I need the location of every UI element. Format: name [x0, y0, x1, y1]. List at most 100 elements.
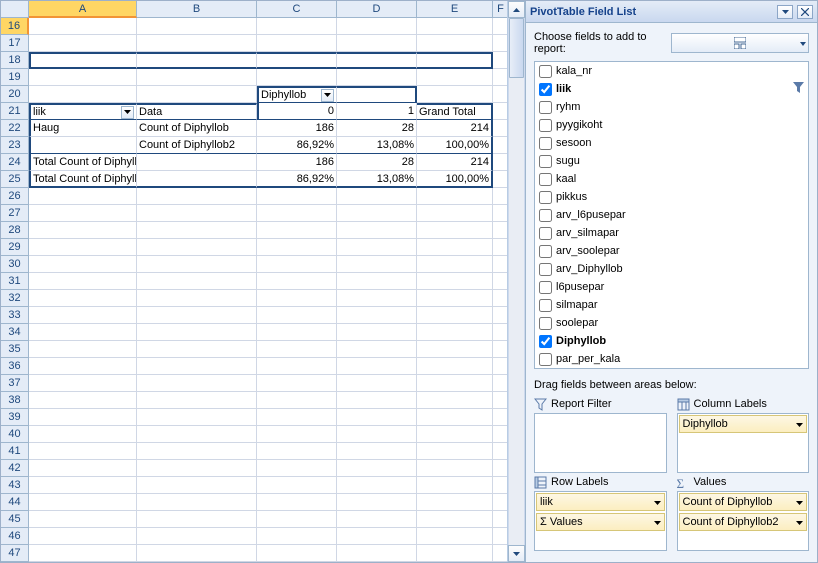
cell-F45[interactable] — [493, 511, 507, 528]
cell-D34[interactable] — [337, 324, 417, 341]
cell-B32[interactable] — [137, 290, 257, 307]
values-area[interactable]: Count of DiphyllobCount of Diphyllob2 — [677, 491, 810, 551]
panel-close-button[interactable] — [797, 5, 813, 19]
report-filter-area[interactable] — [534, 413, 667, 473]
cell-B31[interactable] — [137, 273, 257, 290]
cell-E26[interactable] — [417, 188, 493, 205]
scroll-thumb[interactable] — [509, 18, 524, 78]
cell-D36[interactable] — [337, 358, 417, 375]
pivot-val-1-1[interactable]: 13,08% — [337, 137, 417, 154]
cell-B26[interactable] — [137, 188, 257, 205]
row-header-16[interactable]: 16 — [1, 18, 29, 35]
pivot-total-0-2[interactable]: 214 — [417, 154, 493, 171]
row-header-37[interactable]: 37 — [1, 375, 29, 392]
cell-C16[interactable] — [257, 18, 337, 35]
cell-D42[interactable] — [337, 460, 417, 477]
column-labels-item-0[interactable]: Diphyllob — [679, 415, 808, 433]
pivot-val-0-1[interactable]: 28 — [337, 120, 417, 137]
cell-F33[interactable] — [493, 307, 507, 324]
cell-C32[interactable] — [257, 290, 337, 307]
cell-A41[interactable] — [29, 443, 137, 460]
cell-B20[interactable] — [137, 86, 257, 103]
scroll-track[interactable] — [508, 18, 525, 545]
cell-A43[interactable] — [29, 477, 137, 494]
field-item-pyygikoht[interactable]: pyygikoht — [535, 116, 808, 134]
field-item-soolepar[interactable]: soolepar — [535, 314, 808, 332]
field-checkbox-arv_soolepar[interactable] — [539, 245, 552, 258]
cell-C33[interactable] — [257, 307, 337, 324]
field-item-Diphyllob[interactable]: Diphyllob — [535, 332, 808, 350]
cell-C30[interactable] — [257, 256, 337, 273]
cell-A29[interactable] — [29, 239, 137, 256]
field-item-kaal[interactable]: kaal — [535, 170, 808, 188]
col-header-B[interactable]: B — [137, 1, 257, 18]
cell-F30[interactable] — [493, 256, 507, 273]
cell-E47[interactable] — [417, 545, 493, 562]
cell-E35[interactable] — [417, 341, 493, 358]
cell-F22[interactable] — [493, 120, 507, 137]
field-item-arv_l6pusepar[interactable]: arv_l6pusepar — [535, 206, 808, 224]
field-item-arv_Diphyllob[interactable]: arv_Diphyllob — [535, 260, 808, 278]
row-header-19[interactable]: 19 — [1, 69, 29, 86]
cell-A32[interactable] — [29, 290, 137, 307]
cell-F37[interactable] — [493, 375, 507, 392]
pivot-col-dropdown[interactable] — [321, 89, 334, 102]
pivot-data-label[interactable]: Data — [137, 103, 257, 120]
row-header-39[interactable]: 39 — [1, 409, 29, 426]
cell-F44[interactable] — [493, 494, 507, 511]
cell-B39[interactable] — [137, 409, 257, 426]
field-item-arv_soolepar[interactable]: arv_soolepar — [535, 242, 808, 260]
cell-F18[interactable] — [493, 52, 507, 69]
panel-dropdown-button[interactable] — [777, 5, 793, 19]
cell-F38[interactable] — [493, 392, 507, 409]
pivot-val-1-0[interactable]: 86,92% — [257, 137, 337, 154]
cell-B33[interactable] — [137, 307, 257, 324]
cell-B41[interactable] — [137, 443, 257, 460]
cell-A19[interactable] — [29, 69, 137, 86]
cell-C44[interactable] — [257, 494, 337, 511]
row-header-20[interactable]: 20 — [1, 86, 29, 103]
cell-E17[interactable] — [417, 35, 493, 52]
row-header-18[interactable]: 18 — [1, 52, 29, 69]
cell-B34[interactable] — [137, 324, 257, 341]
values-item-1[interactable]: Count of Diphyllob2 — [679, 513, 808, 531]
row-header-38[interactable]: 38 — [1, 392, 29, 409]
cell-E27[interactable] — [417, 205, 493, 222]
cell-F31[interactable] — [493, 273, 507, 290]
row-header-27[interactable]: 27 — [1, 205, 29, 222]
scroll-down-button[interactable] — [508, 545, 525, 562]
field-checkbox-silmapar[interactable] — [539, 299, 552, 312]
cell-E32[interactable] — [417, 290, 493, 307]
row-header-43[interactable]: 43 — [1, 477, 29, 494]
cell-A39[interactable] — [29, 409, 137, 426]
cell-E41[interactable] — [417, 443, 493, 460]
cell-E42[interactable] — [417, 460, 493, 477]
cell-B36[interactable] — [137, 358, 257, 375]
cell-E31[interactable] — [417, 273, 493, 290]
row-header-45[interactable]: 45 — [1, 511, 29, 528]
cell-D20[interactable] — [337, 86, 417, 103]
pivot-colval-1[interactable]: 1 — [337, 103, 417, 120]
cell-A26[interactable] — [29, 188, 137, 205]
row-labels-item-1[interactable]: Σ Values — [536, 513, 665, 531]
field-checkbox-l6pusepar[interactable] — [539, 281, 552, 294]
field-item-ryhm[interactable]: ryhm — [535, 98, 808, 116]
cell-C19[interactable] — [257, 69, 337, 86]
cell-B46[interactable] — [137, 528, 257, 545]
chevron-down-icon[interactable] — [796, 496, 803, 508]
cell-C18[interactable] — [257, 52, 337, 69]
field-checkbox-arv_silmapar[interactable] — [539, 227, 552, 240]
row-header-42[interactable]: 42 — [1, 460, 29, 477]
layout-options-button[interactable] — [671, 33, 810, 53]
cell-F42[interactable] — [493, 460, 507, 477]
pivot-val-0-0[interactable]: 186 — [257, 120, 337, 137]
field-checkbox-sesoon[interactable] — [539, 137, 552, 150]
field-checkbox-pikkus[interactable] — [539, 191, 552, 204]
row-header-26[interactable]: 26 — [1, 188, 29, 205]
row-header-28[interactable]: 28 — [1, 222, 29, 239]
field-checkbox-soolepar[interactable] — [539, 317, 552, 330]
cell-B27[interactable] — [137, 205, 257, 222]
cell-E37[interactable] — [417, 375, 493, 392]
cell-B37[interactable] — [137, 375, 257, 392]
cell-B19[interactable] — [137, 69, 257, 86]
